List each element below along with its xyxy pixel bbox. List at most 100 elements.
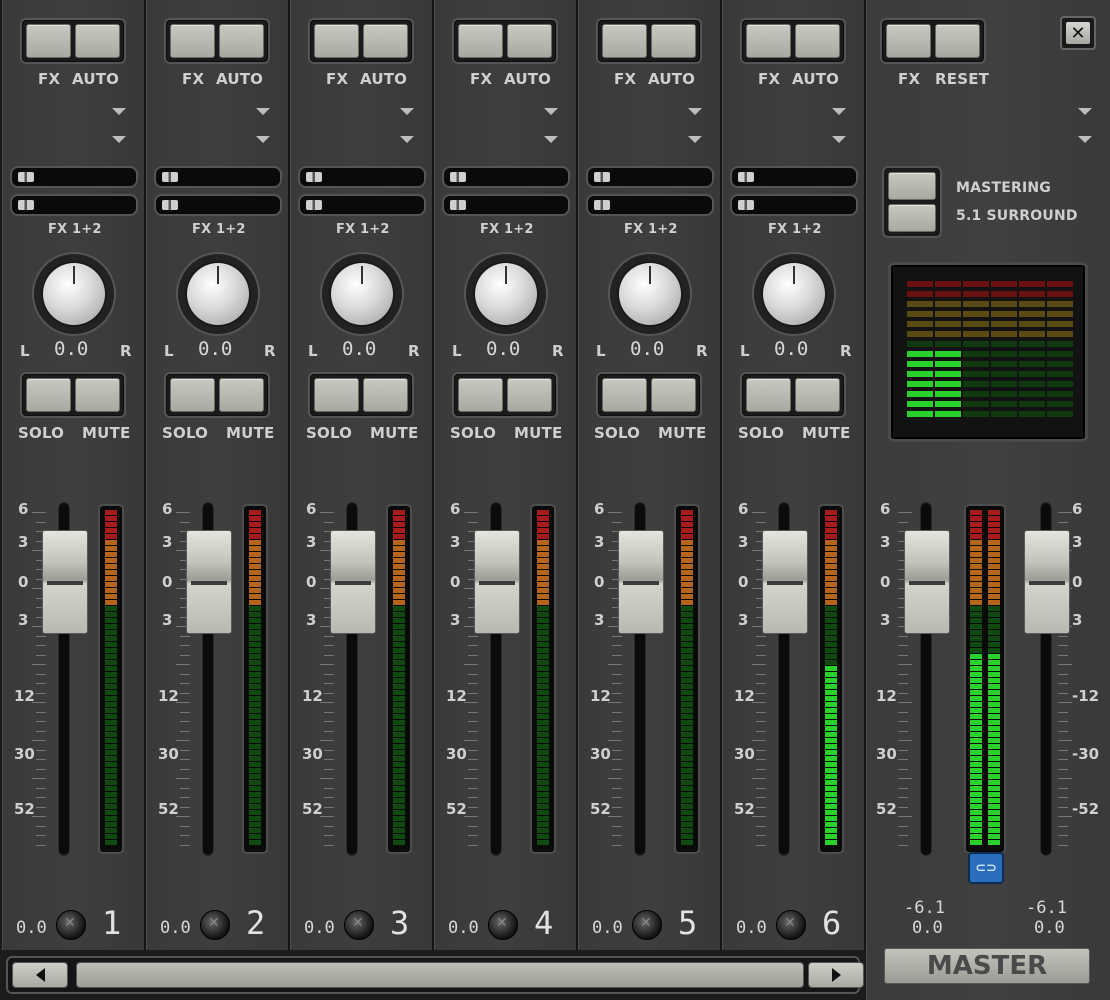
- volume-fader[interactable]: [42, 530, 88, 634]
- fx-auto-buttons: [740, 18, 846, 64]
- dropdown-2-icon[interactable]: [112, 136, 126, 143]
- dropdown-2-icon[interactable]: [256, 136, 270, 143]
- meter-segment: [970, 540, 982, 545]
- solo-button[interactable]: [458, 378, 503, 412]
- mastering-button[interactable]: [888, 172, 936, 200]
- fx-send-2[interactable]: [10, 194, 138, 216]
- dropdown-2-icon[interactable]: [832, 136, 846, 143]
- dropdown-2-icon[interactable]: [688, 136, 702, 143]
- auto-button[interactable]: [75, 24, 120, 58]
- auto-button[interactable]: [507, 24, 552, 58]
- scale-tick: [898, 825, 908, 827]
- mute-button[interactable]: [219, 378, 264, 412]
- fx-send-1[interactable]: [586, 166, 714, 188]
- scale-tick: [324, 806, 334, 808]
- mute-button[interactable]: [75, 378, 120, 412]
- solo-button[interactable]: [314, 378, 359, 412]
- solo-button[interactable]: [170, 378, 215, 412]
- pan-knob[interactable]: [752, 252, 836, 336]
- auto-button[interactable]: [219, 24, 264, 58]
- input-jack-icon[interactable]: [344, 910, 374, 940]
- surround-cell: [991, 401, 1017, 407]
- solo-button[interactable]: [26, 378, 71, 412]
- fx-send-2[interactable]: [442, 194, 570, 216]
- scale-label: 30: [446, 745, 467, 763]
- input-jack-icon[interactable]: [776, 910, 806, 940]
- input-jack-icon[interactable]: [488, 910, 518, 940]
- master-left-fader[interactable]: [904, 530, 950, 634]
- pan-knob[interactable]: [32, 252, 116, 336]
- close-button[interactable]: ✕: [1060, 16, 1096, 50]
- scale-label: 6: [594, 500, 605, 518]
- dropdown-2-icon[interactable]: [544, 136, 558, 143]
- fx-send-1[interactable]: [298, 166, 426, 188]
- volume-fader[interactable]: [186, 530, 232, 634]
- master-right-fader[interactable]: [1024, 530, 1070, 634]
- fx-send-2[interactable]: [586, 194, 714, 216]
- auto-button[interactable]: [651, 24, 696, 58]
- pan-knob[interactable]: [464, 252, 548, 336]
- volume-fader[interactable]: [330, 530, 376, 634]
- scroll-thumb[interactable]: [76, 962, 804, 988]
- input-jack-icon[interactable]: [56, 910, 86, 940]
- dropdown-2-icon[interactable]: [400, 136, 414, 143]
- fx-auto-buttons: [20, 18, 126, 64]
- fx-button[interactable]: [458, 24, 503, 58]
- master-dropdown-1-icon[interactable]: [1078, 108, 1092, 115]
- master-dropdown-2-icon[interactable]: [1078, 136, 1092, 143]
- fx-send-2[interactable]: [154, 194, 282, 216]
- meter-segment: [988, 672, 1000, 677]
- link-icon[interactable]: ⊂⊃: [968, 852, 1004, 884]
- surround-cell: [907, 331, 933, 337]
- master-fx-button[interactable]: [886, 24, 931, 58]
- pan-knob[interactable]: [608, 252, 692, 336]
- fx-send-1[interactable]: [730, 166, 858, 188]
- surround-cell: [935, 401, 961, 407]
- volume-fader[interactable]: [762, 530, 808, 634]
- auto-label: AUTO: [216, 70, 264, 88]
- scroll-right-button[interactable]: [808, 962, 864, 988]
- mute-button[interactable]: [795, 378, 840, 412]
- scale-tick: [1058, 512, 1072, 513]
- fx-send-2[interactable]: [730, 194, 858, 216]
- pan-value: 0.0: [486, 338, 521, 360]
- solo-mute-buttons: [164, 372, 270, 418]
- fx-button[interactable]: [602, 24, 647, 58]
- scale-tick: [468, 635, 478, 637]
- fx-send-1[interactable]: [442, 166, 570, 188]
- dropdown-1-icon[interactable]: [256, 108, 270, 115]
- auto-button[interactable]: [363, 24, 408, 58]
- fx-button[interactable]: [314, 24, 359, 58]
- surround-button[interactable]: [888, 204, 936, 232]
- mute-button[interactable]: [651, 378, 696, 412]
- fx-send-2[interactable]: [298, 194, 426, 216]
- scale-tick: [756, 844, 766, 846]
- fx-button[interactable]: [26, 24, 71, 58]
- volume-fader[interactable]: [618, 530, 664, 634]
- dropdown-1-icon[interactable]: [112, 108, 126, 115]
- dropdown-1-icon[interactable]: [688, 108, 702, 115]
- solo-button[interactable]: [746, 378, 791, 412]
- solo-button[interactable]: [602, 378, 647, 412]
- fx-button[interactable]: [170, 24, 215, 58]
- mute-button[interactable]: [507, 378, 552, 412]
- dropdown-1-icon[interactable]: [832, 108, 846, 115]
- fx-send-1[interactable]: [154, 166, 282, 188]
- pan-knob[interactable]: [320, 252, 404, 336]
- pan-knob[interactable]: [176, 252, 260, 336]
- master-reset-button[interactable]: [935, 24, 980, 58]
- horizontal-scrollbar[interactable]: [6, 956, 864, 994]
- dropdown-1-icon[interactable]: [400, 108, 414, 115]
- input-jack-icon[interactable]: [632, 910, 662, 940]
- arrow-left-icon: [35, 968, 45, 982]
- scale-tick: [612, 635, 622, 637]
- fx-button[interactable]: [746, 24, 791, 58]
- scale-tick: [468, 835, 478, 836]
- input-jack-icon[interactable]: [200, 910, 230, 940]
- dropdown-1-icon[interactable]: [544, 108, 558, 115]
- scroll-left-button[interactable]: [12, 962, 68, 988]
- volume-fader[interactable]: [474, 530, 520, 634]
- mute-button[interactable]: [363, 378, 408, 412]
- fx-send-1[interactable]: [10, 166, 138, 188]
- auto-button[interactable]: [795, 24, 840, 58]
